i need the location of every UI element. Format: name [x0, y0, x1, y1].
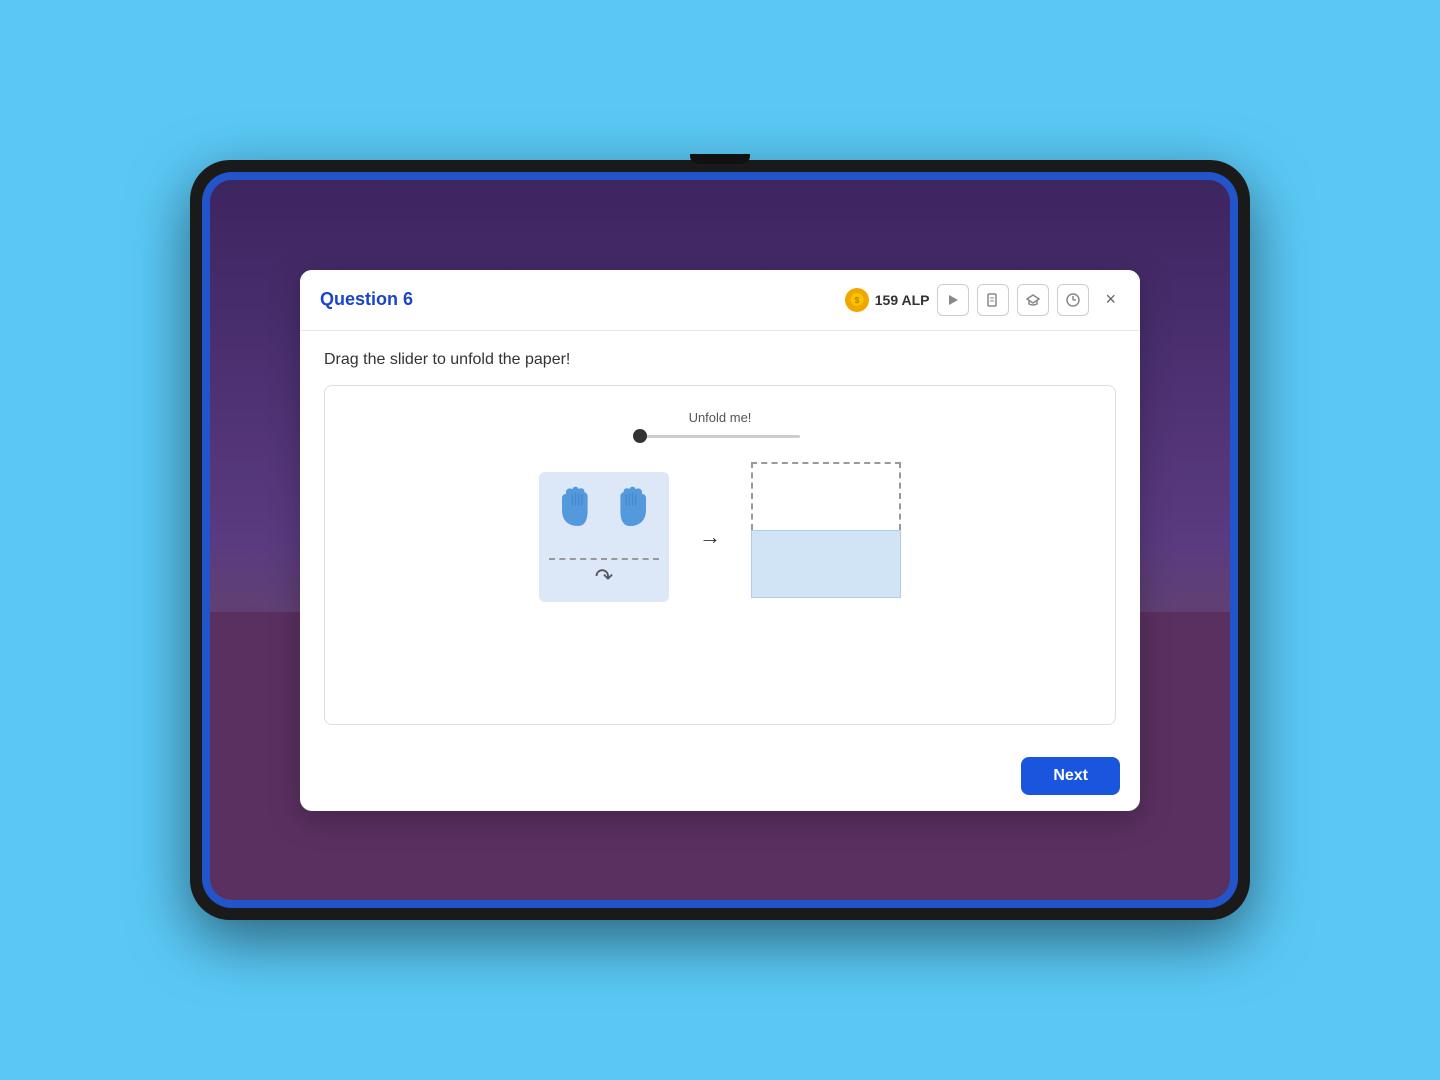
slider-container[interactable]	[640, 435, 800, 438]
content-area: Unfold me!	[324, 385, 1116, 725]
question-modal: Question 6 $ 159 ALP	[300, 270, 1140, 811]
clock-icon	[1066, 293, 1080, 307]
right-arrow: →	[699, 524, 721, 550]
tablet-camera	[690, 154, 750, 164]
modal-title: Question 6	[320, 289, 413, 310]
fold-line	[549, 558, 659, 560]
modal-overlay: Question 6 $ 159 ALP	[210, 180, 1230, 900]
solid-paper-bottom	[751, 530, 901, 598]
instruction-text: Drag the slider to unfold the paper!	[324, 351, 1116, 369]
tablet: Question 6 $ 159 ALP	[190, 160, 1250, 920]
clock-button[interactable]	[1057, 284, 1089, 316]
left-hand-icon	[556, 486, 600, 530]
dashed-paper-top	[751, 462, 901, 530]
modal-header: Question 6 $ 159 ALP	[300, 270, 1140, 331]
document-button[interactable]	[977, 284, 1009, 316]
modal-footer: Next	[300, 745, 1140, 811]
header-right-section: $ 159 ALP	[845, 284, 1120, 316]
slider-thumb[interactable]	[633, 429, 647, 443]
alp-amount: 159 ALP	[875, 292, 930, 308]
fold-arrow: ↷	[595, 564, 613, 590]
coin-icon: $	[845, 288, 869, 312]
folded-paper-box: ↷	[539, 472, 669, 602]
right-hand-icon	[608, 486, 652, 530]
hands-area	[556, 486, 652, 530]
close-button[interactable]: ×	[1101, 285, 1120, 314]
coin-svg: $	[848, 291, 866, 309]
play-button[interactable]	[937, 284, 969, 316]
graduation-button[interactable]	[1017, 284, 1049, 316]
alp-badge: $ 159 ALP	[845, 288, 930, 312]
next-button[interactable]: Next	[1021, 757, 1120, 795]
paper-diagram: ↷ →	[539, 462, 901, 612]
document-icon	[987, 293, 999, 307]
svg-text:$: $	[855, 296, 860, 305]
tablet-screen: Question 6 $ 159 ALP	[210, 180, 1230, 900]
graduation-icon	[1026, 294, 1040, 306]
tablet-inner-frame: Question 6 $ 159 ALP	[202, 172, 1238, 908]
play-icon	[947, 294, 959, 306]
modal-body: Drag the slider to unfold the paper! Unf…	[300, 331, 1140, 745]
unfold-label: Unfold me!	[689, 410, 752, 425]
unfolding-paper-box	[751, 462, 901, 612]
slider-track	[640, 435, 800, 438]
close-icon: ×	[1105, 289, 1116, 309]
